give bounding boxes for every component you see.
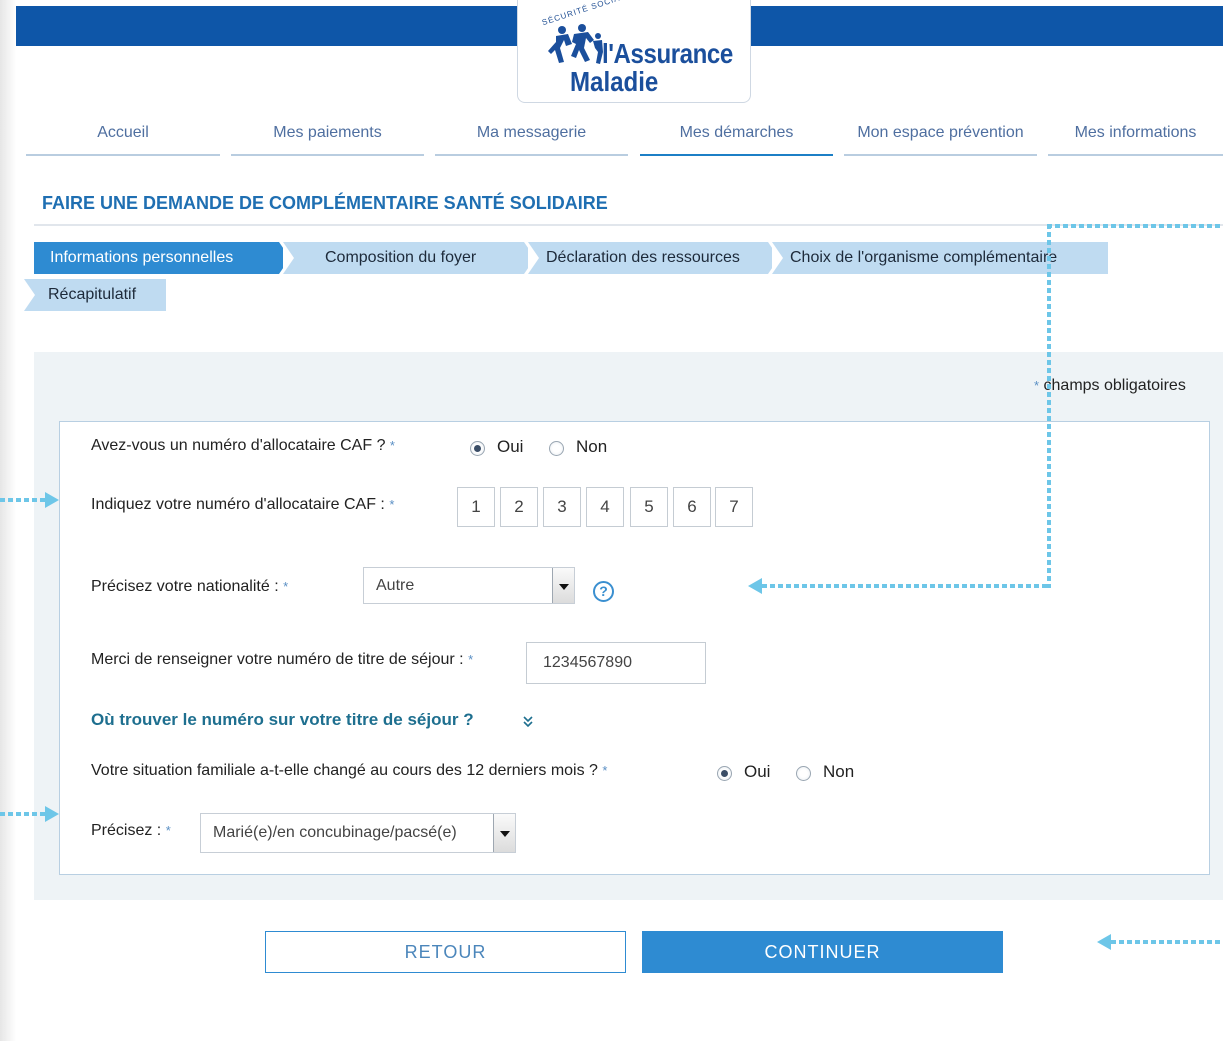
page-left-shadow — [0, 0, 16, 1041]
required-star: * — [165, 823, 171, 838]
caf-no-radio[interactable] — [549, 441, 564, 456]
nationality-value: Autre — [376, 577, 415, 594]
family-question-label: Votre situation familiale a-t-elle chang… — [91, 762, 607, 780]
step-label: Choix de l'organisme complémentaire — [790, 249, 1058, 266]
family-no-label[interactable]: Non — [823, 762, 854, 782]
required-star: * — [283, 579, 289, 594]
nav-item-ma-messagerie[interactable]: Ma messagerie — [435, 118, 628, 156]
family-detail-text: Précisez : — [91, 822, 162, 839]
annotation-arrow-icon — [1097, 934, 1111, 950]
annotation-line — [0, 498, 46, 502]
annotation-line — [1047, 224, 1051, 588]
annotation-arrow-icon — [45, 806, 59, 822]
caf-question-text: Avez-vous un numéro d'allocataire CAF ? — [91, 437, 386, 454]
step-informations-personnelles[interactable]: Informations personnelles — [34, 242, 290, 274]
caf-digit-input[interactable]: 4 — [586, 487, 624, 527]
brand-logo[interactable]: SÉCURITÉ SOCIALE l'Assurance Maladie — [517, 0, 751, 103]
required-star: * — [468, 652, 474, 667]
caf-digit-input[interactable]: 1 — [457, 487, 495, 527]
nationality-select[interactable]: Autre — [363, 567, 575, 604]
caf-digit-input[interactable]: 6 — [673, 487, 711, 527]
family-situation-value: Marié(e)/en concubinage/pacsé(e) — [213, 824, 457, 841]
permit-number-input[interactable]: 1234567890 — [526, 642, 706, 684]
step-label: Récapitulatif — [48, 286, 137, 303]
dropdown-arrow-icon[interactable] — [493, 814, 515, 852]
caf-number-label: Indiquez votre numéro d'allocataire CAF … — [91, 496, 394, 514]
back-button[interactable]: RETOUR — [265, 931, 626, 973]
question-circle-icon[interactable]: ? — [593, 581, 614, 602]
family-yes-label[interactable]: Oui — [744, 762, 770, 782]
required-note-text: champs obligatoires — [1043, 377, 1186, 394]
required-star: * — [389, 438, 395, 453]
caf-number-text: Indiquez votre numéro d'allocataire CAF … — [91, 496, 385, 513]
step-choix-organisme[interactable]: Choix de l'organisme complémentaire — [772, 242, 1108, 274]
dropdown-arrow-icon[interactable] — [552, 568, 574, 603]
step-recapitulatif[interactable]: Récapitulatif — [24, 279, 166, 311]
nav-item-mes-informations[interactable]: Mes informations — [1048, 118, 1223, 156]
nav-item-mes-demarches[interactable]: Mes démarches — [640, 118, 833, 156]
annotation-arrow-icon — [748, 578, 762, 594]
main-nav: Accueil Mes paiements Ma messagerie Mes … — [26, 118, 1223, 158]
family-detail-label: Précisez : * — [91, 822, 171, 840]
nav-item-accueil[interactable]: Accueil — [26, 118, 220, 156]
nav-item-mon-espace-prevention[interactable]: Mon espace prévention — [844, 118, 1037, 156]
step-label: Informations personnelles — [50, 249, 234, 266]
caf-question-label: Avez-vous un numéro d'allocataire CAF ? … — [91, 437, 395, 455]
annotation-line — [1047, 224, 1223, 228]
step-declaration-des-ressources[interactable]: Déclaration des ressources — [528, 242, 779, 274]
nav-item-mes-paiements[interactable]: Mes paiements — [231, 118, 424, 156]
step-composition-du-foyer[interactable]: Composition du foyer — [283, 242, 535, 274]
double-chevron-down-icon[interactable] — [523, 714, 533, 728]
annotation-line — [1111, 940, 1223, 944]
step-label: Composition du foyer — [325, 249, 477, 266]
caf-digit-input[interactable]: 7 — [715, 487, 753, 527]
caf-yes-label[interactable]: Oui — [497, 437, 523, 457]
permit-text: Merci de renseigner votre numéro de titr… — [91, 651, 464, 668]
annotation-line — [762, 584, 1051, 588]
permit-label: Merci de renseigner votre numéro de titr… — [91, 651, 473, 669]
required-star: * — [602, 763, 608, 778]
page-title: FAIRE UNE DEMANDE DE COMPLÉMENTAIRE SANT… — [42, 193, 608, 213]
continue-button[interactable]: CONTINUER — [642, 931, 1003, 973]
logo-name-line2: Maladie — [570, 66, 659, 97]
caf-digit-input[interactable]: 5 — [630, 487, 668, 527]
required-star: * — [1034, 378, 1040, 393]
required-star: * — [389, 497, 395, 512]
caf-digit-input[interactable]: 3 — [543, 487, 581, 527]
required-fields-note: * champs obligatoires — [1034, 377, 1186, 395]
caf-yes-radio[interactable] — [470, 441, 485, 456]
logo-people-icon — [548, 24, 603, 64]
family-yes-radio[interactable] — [717, 766, 732, 781]
annotation-arrow-icon — [45, 492, 59, 508]
caf-digit-input[interactable]: 2 — [500, 487, 538, 527]
nationality-text: Précisez votre nationalité : — [91, 578, 279, 595]
family-no-radio[interactable] — [796, 766, 811, 781]
title-divider — [34, 224, 1223, 226]
caf-no-label[interactable]: Non — [576, 437, 607, 457]
permit-help-link[interactable]: Où trouver le numéro sur votre titre de … — [91, 710, 474, 730]
family-situation-select[interactable]: Marié(e)/en concubinage/pacsé(e) — [200, 813, 516, 853]
step-label: Déclaration des ressources — [546, 249, 740, 266]
nationality-label: Précisez votre nationalité : * — [91, 578, 288, 596]
family-question-text: Votre situation familiale a-t-elle chang… — [91, 762, 598, 779]
annotation-line — [0, 812, 46, 816]
